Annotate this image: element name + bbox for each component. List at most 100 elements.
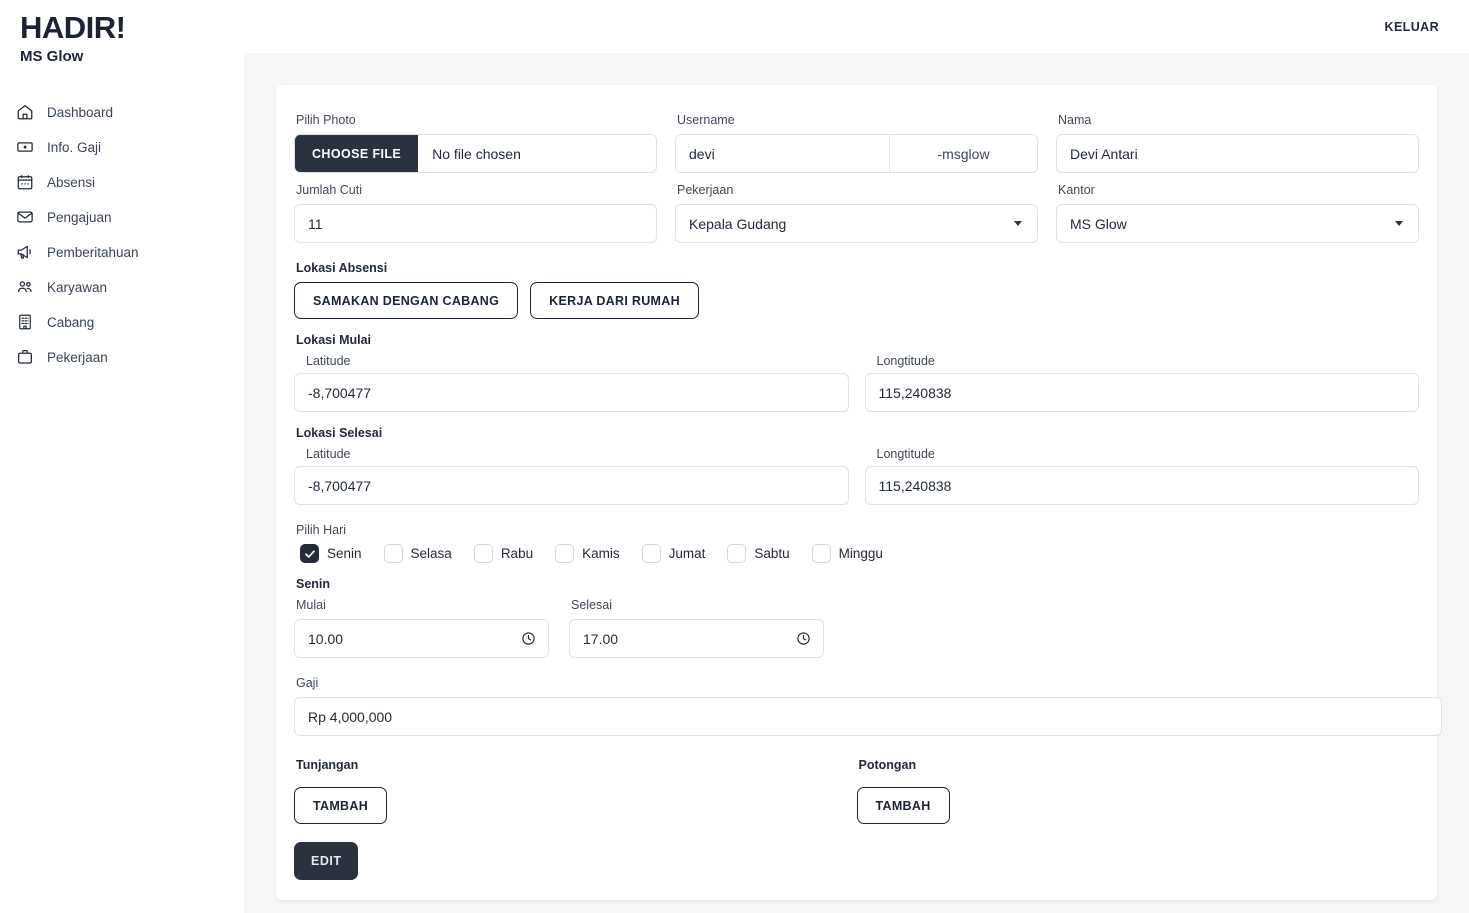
- field-label: Latitude: [306, 447, 351, 461]
- sidebar-item-dashboard[interactable]: Dashboard: [0, 95, 244, 130]
- topbar: KELUAR: [244, 0, 1469, 53]
- section-lokasi-mulai: Lokasi Mulai Latitude -8,700477 Longtitu…: [294, 333, 1419, 412]
- field-username: Username devi -msglow: [675, 113, 1038, 173]
- day-checkbox-selasa[interactable]: Selasa: [383, 544, 452, 563]
- jam-mulai-value: 10.00: [308, 630, 344, 647]
- brand-subtitle: MS Glow: [20, 47, 84, 65]
- sidebar-item-label: Cabang: [47, 314, 95, 330]
- field-jam-mulai: Mulai 10.00: [294, 598, 549, 658]
- lokasi-selesai-latitude-input[interactable]: -8,700477: [294, 466, 849, 505]
- kerja-dari-rumah-button[interactable]: KERJA DARI RUMAH: [530, 282, 699, 319]
- sidebar-item-label: Info. Gaji: [47, 139, 102, 155]
- file-status-text: No file chosen: [432, 145, 521, 162]
- checkbox-unchecked-icon[interactable]: [811, 544, 831, 563]
- pekerjaan-select[interactable]: Kepala Gudang: [675, 204, 1038, 243]
- gaji-label: Gaji: [296, 676, 319, 690]
- field-jumlah-cuti: Jumlah Cuti 11: [294, 183, 657, 243]
- form-row-job: Jumlah Cuti 11 Pekerjaan Kepala Gudang K…: [294, 183, 1419, 243]
- checkbox-unchecked-icon[interactable]: [473, 544, 493, 563]
- sidebar-item-pekerjaan[interactable]: Pekerjaan: [0, 340, 244, 375]
- sidebar-item-cabang[interactable]: Cabang: [0, 305, 244, 340]
- pilih-hari-label: Pilih Hari: [296, 523, 347, 537]
- clock-icon[interactable]: [521, 631, 536, 646]
- field-label: Mulai: [296, 598, 326, 612]
- sidebar-item-pemberitahuan[interactable]: Pemberitahuan: [0, 235, 244, 270]
- field-label: Longtitude: [876, 447, 935, 461]
- jam-selesai-input[interactable]: 17.00: [569, 619, 824, 658]
- lokasi-mulai-longitude-input[interactable]: 115,240838: [864, 373, 1419, 412]
- nama-input[interactable]: Devi Antari: [1056, 134, 1419, 173]
- sidebar-item-label: Dashboard: [47, 104, 114, 120]
- field-lokasi-mulai-longitude: Longtitude 115,240838: [864, 354, 1419, 412]
- field-label: Longtitude: [876, 354, 935, 368]
- edit-submit-button[interactable]: EDIT: [294, 842, 359, 880]
- brand: HADIR! MS Glow: [0, 0, 244, 65]
- sidebar-item-pengajuan[interactable]: Pengajuan: [0, 200, 244, 235]
- form-actions: EDIT: [294, 842, 1419, 880]
- section-lokasi-selesai: Lokasi Selesai Latitude -8,700477 Longti…: [294, 426, 1419, 505]
- megaphone-icon: [15, 243, 34, 262]
- field-label: Selesai: [571, 598, 612, 612]
- sidebar: HADIR! MS Glow Dashboard Info. Gaji Abse…: [0, 0, 244, 913]
- checkbox-unchecked-icon[interactable]: [383, 544, 403, 563]
- username-input[interactable]: devi: [676, 135, 889, 172]
- checkbox-checked-icon[interactable]: [300, 544, 319, 563]
- field-nama: Nama Devi Antari: [1056, 113, 1419, 173]
- field-label: Latitude: [306, 354, 351, 368]
- chevron-down-icon: [1395, 221, 1403, 226]
- day-checkbox-sabtu[interactable]: Sabtu: [727, 544, 790, 563]
- day-checkbox-jumat[interactable]: Jumat: [641, 544, 705, 563]
- sidebar-item-label: Karyawan: [47, 279, 108, 295]
- section-schedule: Senin Mulai 10.00 Selesai 17.00: [294, 577, 1419, 658]
- potongan-label: Potongan: [858, 758, 917, 772]
- field-label: Pilih Photo: [296, 113, 356, 127]
- field-jam-selesai: Selesai 17.00: [569, 598, 824, 658]
- jumlah-cuti-input[interactable]: 11: [294, 204, 657, 243]
- sidebar-item-label: Absensi: [47, 174, 96, 190]
- photo-file-input[interactable]: CHOOSE FILE No file chosen: [294, 134, 657, 173]
- checkbox-unchecked-icon[interactable]: [555, 544, 575, 563]
- lokasi-selesai-label: Lokasi Selesai: [296, 426, 383, 440]
- sidebar-item-absensi[interactable]: Absensi: [0, 165, 244, 200]
- briefcase-icon: [15, 348, 34, 367]
- lokasi-selesai-longitude-input[interactable]: 115,240838: [864, 466, 1419, 505]
- day-checkbox-rabu[interactable]: Rabu: [473, 544, 533, 563]
- kantor-select[interactable]: MS Glow: [1056, 204, 1419, 243]
- sidebar-item-label: Pemberitahuan: [47, 244, 139, 260]
- checkbox-unchecked-icon[interactable]: [727, 544, 747, 563]
- day-checkbox-kamis[interactable]: Kamis: [555, 544, 620, 563]
- day-checkbox-minggu[interactable]: Minggu: [811, 544, 883, 563]
- field-pilih-photo: Pilih Photo CHOOSE FILE No file chosen: [294, 113, 657, 173]
- app-root: HADIR! MS Glow Dashboard Info. Gaji Abse…: [0, 0, 1469, 913]
- lokasi-absensi-label: Lokasi Absensi: [296, 261, 388, 275]
- choose-file-button[interactable]: CHOOSE FILE: [295, 135, 419, 172]
- samakan-dengan-cabang-button[interactable]: SAMAKAN DENGAN CABANG: [294, 282, 519, 319]
- schedule-time-fields: Mulai 10.00 Selesai 17.00: [294, 598, 1419, 658]
- username-input-group[interactable]: devi -msglow: [675, 134, 1038, 173]
- gaji-input[interactable]: Rp 4,000,000: [294, 697, 1442, 736]
- day-label: Sabtu: [754, 546, 790, 561]
- jam-mulai-input[interactable]: 10.00: [294, 619, 549, 658]
- day-label: Minggu: [838, 546, 883, 561]
- banknote-icon: [15, 138, 34, 157]
- tambah-potongan-button[interactable]: TAMBAH: [856, 787, 950, 824]
- tunjangan-label: Tunjangan: [296, 758, 359, 772]
- logout-button[interactable]: KELUAR: [1381, 14, 1443, 40]
- sidebar-item-info-gaji[interactable]: Info. Gaji: [0, 130, 244, 165]
- tambah-tunjangan-button[interactable]: TAMBAH: [294, 787, 388, 824]
- clock-icon[interactable]: [796, 631, 811, 646]
- field-tunjangan: Tunjangan TAMBAH: [294, 758, 857, 824]
- day-checkbox-senin[interactable]: Senin: [300, 544, 362, 563]
- checkbox-unchecked-icon[interactable]: [641, 544, 661, 563]
- field-kantor: Kantor MS Glow: [1056, 183, 1419, 243]
- field-lokasi-selesai-longitude: Longtitude 115,240838: [864, 447, 1419, 505]
- schedule-day-title: Senin: [296, 577, 331, 591]
- building-icon: [15, 313, 34, 332]
- brand-title: HADIR!: [20, 10, 126, 45]
- lokasi-mulai-latitude-input[interactable]: -8,700477: [294, 373, 849, 412]
- sidebar-item-karyawan[interactable]: Karyawan: [0, 270, 244, 305]
- field-lokasi-mulai-latitude: Latitude -8,700477: [294, 354, 849, 412]
- envelope-icon: [15, 208, 34, 227]
- day-label: Selasa: [410, 546, 452, 561]
- home-icon: [15, 103, 34, 122]
